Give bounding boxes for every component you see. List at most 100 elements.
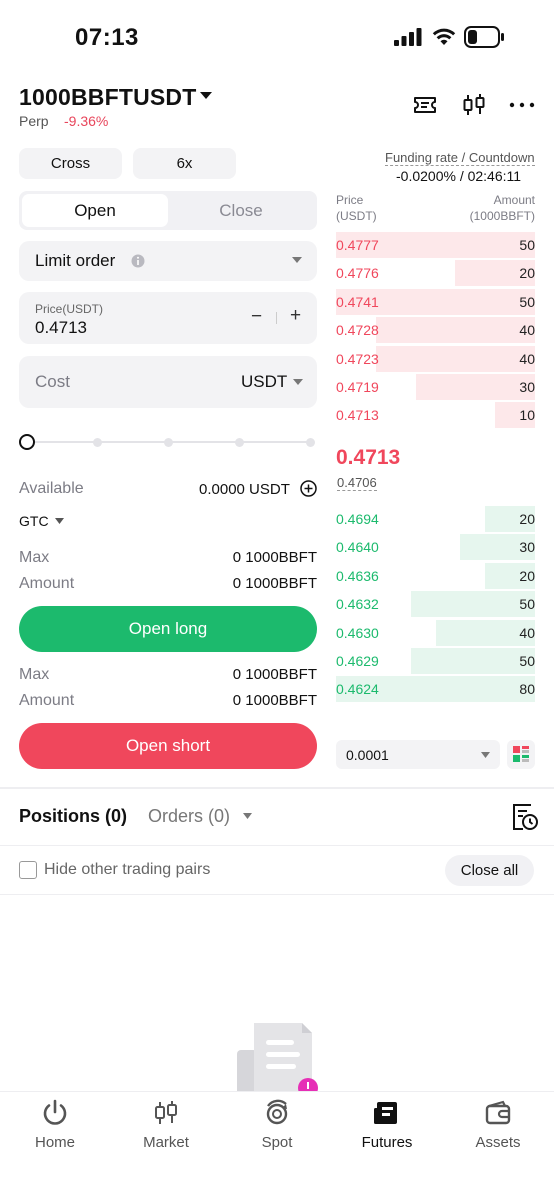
price-decrement-button[interactable]: − — [251, 306, 262, 328]
ask-row[interactable]: 0.4728 40 — [336, 317, 535, 345]
ask-depth-bar — [375, 345, 535, 372]
order-history-icon[interactable] — [511, 802, 539, 832]
cost-input[interactable]: Cost USDT — [19, 356, 317, 408]
nav-assets[interactable]: Assets — [448, 1098, 548, 1151]
long-amount-label: Amount — [19, 575, 75, 592]
bid-row[interactable]: 0.4624 80 — [336, 676, 535, 704]
funding-value: -0.0200% / 02:46:11 — [396, 168, 522, 184]
ask-price: 0.4713 — [336, 407, 379, 424]
short-amount-value: 0 1000BBFT — [232, 692, 317, 709]
bid-row[interactable]: 0.4630 40 — [336, 619, 535, 648]
empty-document-icon — [237, 1023, 318, 1096]
bid-row[interactable]: 0.4636 20 — [336, 562, 535, 591]
bid-depth-bar — [410, 591, 535, 618]
add-funds-icon[interactable] — [300, 480, 317, 497]
ask-depth-bar — [375, 317, 535, 344]
caret-down-icon[interactable] — [243, 813, 252, 819]
ask-price: 0.4723 — [336, 350, 379, 367]
bid-amount: 50 — [519, 596, 535, 613]
ask-row[interactable]: 0.4713 10 — [336, 402, 535, 430]
info-icon[interactable] — [131, 254, 145, 268]
close-all-button[interactable]: Close all — [445, 855, 534, 886]
nav-spot[interactable]: Spot — [227, 1098, 327, 1151]
slider-step[interactable] — [235, 438, 244, 447]
price-increment-button[interactable]: + — [290, 305, 301, 327]
ob-price-header: Price (USDT) — [336, 193, 377, 223]
ask-row[interactable]: 0.4719 30 — [336, 374, 535, 402]
margin-mode-button[interactable]: Cross — [19, 148, 122, 179]
bid-row[interactable]: 0.4629 50 — [336, 648, 535, 676]
tab-orders[interactable]: Orders (0) — [148, 806, 230, 827]
bid-price: 0.4624 — [336, 681, 379, 698]
order-type-select[interactable]: Limit order — [19, 241, 317, 281]
slider-step[interactable] — [164, 438, 173, 447]
price-input[interactable]: Price(USDT) 0.4713 − + — [19, 292, 317, 344]
bid-row[interactable]: 0.4632 50 — [336, 591, 535, 619]
candles-icon — [155, 1101, 177, 1124]
ask-price: 0.4776 — [336, 265, 379, 282]
pair-title[interactable]: 1000BBFTUSDT — [19, 84, 197, 111]
bid-price: 0.4640 — [336, 539, 379, 556]
mark-price[interactable]: 0.4706 — [337, 475, 377, 491]
nav-futures[interactable]: Futures — [337, 1098, 437, 1151]
slider-thumb[interactable] — [19, 434, 35, 450]
nav-label: Home — [34, 1134, 75, 1151]
ask-amount: 30 — [519, 379, 535, 395]
caret-down-icon[interactable] — [200, 92, 212, 100]
cost-unit-select[interactable]: USDT — [241, 372, 287, 392]
slider-step[interactable] — [306, 438, 315, 447]
price-value[interactable]: 0.4713 — [35, 318, 87, 338]
more-icon[interactable] — [509, 92, 535, 118]
bid-row[interactable]: 0.4694 20 — [336, 506, 535, 534]
book-layout-button[interactable] — [507, 740, 535, 769]
time-in-force-select[interactable]: GTC — [19, 513, 49, 529]
ask-amount: 10 — [519, 407, 535, 424]
section-divider — [0, 894, 554, 895]
hide-pairs-label[interactable]: Hide other trading pairs — [44, 861, 210, 879]
bid-price: 0.4694 — [336, 511, 379, 527]
contract-type: Perp — [19, 113, 49, 129]
ask-row[interactable]: 0.4741 50 — [336, 288, 535, 317]
power-icon — [43, 1099, 67, 1125]
leverage-button[interactable]: 6x — [133, 148, 236, 179]
status-time: 07:13 — [75, 24, 139, 51]
tab-positions[interactable]: Positions (0) — [19, 806, 127, 827]
funding-label[interactable]: Funding rate / Countdown — [385, 150, 535, 166]
bid-amount: 50 — [519, 653, 535, 669]
cost-placeholder[interactable]: Cost — [35, 372, 70, 392]
caret-down-icon — [55, 518, 64, 524]
bid-amount: 20 — [519, 567, 535, 584]
ask-amount: 50 — [519, 237, 535, 253]
tab-close[interactable]: Close — [168, 194, 314, 227]
ask-price: 0.4741 — [336, 293, 379, 310]
available-value: 0.0000 USDT — [199, 481, 290, 498]
bid-depth-bar — [410, 648, 535, 674]
slider-step[interactable] — [93, 438, 102, 447]
divider — [276, 312, 277, 324]
nav-market[interactable]: Market — [116, 1098, 216, 1151]
short-amount-label: Amount — [19, 692, 75, 709]
price-change: -9.36% — [64, 113, 109, 129]
tab-open[interactable]: Open — [22, 194, 168, 227]
ask-row[interactable]: 0.4723 40 — [336, 345, 535, 374]
bid-amount: 20 — [519, 511, 535, 527]
ticket-icon[interactable] — [412, 92, 438, 118]
open-short-button[interactable]: Open short — [19, 723, 317, 769]
section-divider — [0, 787, 554, 789]
candlestick-icon[interactable] — [461, 92, 487, 118]
precision-select[interactable]: 0.0001 — [336, 740, 500, 769]
short-max-value: 0 1000BBFT — [232, 666, 317, 683]
amount-slider[interactable] — [19, 432, 317, 452]
hide-pairs-checkbox[interactable] — [19, 861, 37, 879]
bid-price: 0.4636 — [336, 567, 379, 584]
open-long-button[interactable]: Open long — [19, 606, 317, 652]
nav-home[interactable]: Home — [5, 1098, 105, 1151]
ask-amount: 40 — [519, 322, 535, 339]
ask-price: 0.4777 — [336, 237, 379, 253]
spot-icon — [266, 1099, 288, 1125]
futures-icon — [374, 1102, 397, 1124]
ob-amount-header: Amount (1000BBFT) — [469, 193, 535, 223]
ask-row[interactable]: 0.4777 50 — [336, 232, 535, 260]
ask-row[interactable]: 0.4776 20 — [336, 260, 535, 288]
bid-row[interactable]: 0.4640 30 — [336, 534, 535, 562]
